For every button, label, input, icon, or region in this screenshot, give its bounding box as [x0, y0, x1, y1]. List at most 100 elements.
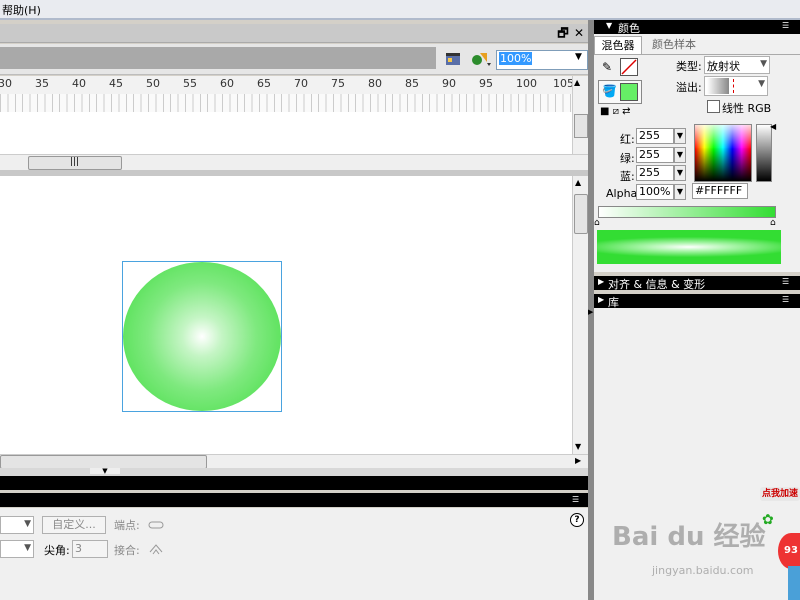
- chevron-down-icon: ▼: [575, 52, 582, 62]
- brightness-marker-icon[interactable]: ◀: [770, 122, 776, 131]
- overflow-marker: [733, 79, 735, 93]
- red-label: 红:: [620, 133, 635, 146]
- help-icon[interactable]: ?: [570, 513, 584, 527]
- scroll-up-icon[interactable]: ▲: [575, 178, 581, 187]
- panel-splitter[interactable]: [0, 468, 590, 476]
- expand-arrow-icon: ▼: [606, 21, 613, 30]
- cap-label: 端点:: [114, 519, 140, 532]
- panel-menu-icon[interactable]: ☰: [782, 295, 789, 304]
- fill-color-swatch[interactable]: [620, 83, 638, 101]
- timeline-frames[interactable]: [0, 112, 572, 154]
- panel-menu-icon[interactable]: ☰: [782, 277, 789, 286]
- gradient-pointer-left[interactable]: ⌂: [594, 218, 600, 228]
- scroll-right-icon[interactable]: ▶: [575, 456, 581, 465]
- alpha-input[interactable]: 100%: [636, 184, 674, 200]
- join-style-icon[interactable]: [148, 542, 168, 556]
- linear-rgb-checkbox[interactable]: [707, 100, 720, 113]
- stroke-color-swatch[interactable]: [620, 58, 638, 76]
- restore-window-button[interactable]: 🗗: [556, 26, 570, 40]
- edit-symbol-icon[interactable]: [470, 50, 492, 68]
- spectrum-highlight: [695, 125, 751, 149]
- panel-menu-icon[interactable]: ☰: [572, 495, 579, 504]
- scroll-down-icon[interactable]: ▼: [575, 442, 581, 451]
- close-window-button[interactable]: ✕: [572, 26, 586, 40]
- collapse-arrow-icon[interactable]: ▼: [90, 468, 120, 475]
- ruler-number: 40: [72, 77, 86, 90]
- ruler-number: 75: [331, 77, 345, 90]
- ruler-number: 65: [257, 77, 271, 90]
- red-input[interactable]: 255: [636, 128, 674, 144]
- ruler-number: 35: [35, 77, 49, 90]
- custom-stroke-button[interactable]: 自定义...: [42, 516, 106, 534]
- properties-header-bar: [0, 493, 590, 507]
- baidu-mascot-icon: ✿: [762, 512, 774, 528]
- baidu-score-ball[interactable]: 93: [778, 533, 800, 569]
- overflow-label: 溢出:: [676, 81, 702, 94]
- tab-color-mixer[interactable]: 混色器: [594, 36, 642, 55]
- zoom-combo[interactable]: 100% ▼: [496, 50, 588, 70]
- timeline-vertical-thumb[interactable]: [574, 114, 588, 138]
- stroke-style-combo[interactable]: ▼: [0, 516, 34, 534]
- linear-rgb-label: 线性 RGB: [722, 102, 772, 115]
- stage-canvas[interactable]: [0, 176, 572, 454]
- tab-color-swatches[interactable]: 颜色样本: [644, 36, 704, 54]
- edit-scene-icon[interactable]: [444, 50, 462, 68]
- scroll-up-icon[interactable]: ▲: [574, 78, 580, 87]
- green-dropdown[interactable]: ▼: [674, 147, 686, 163]
- right-panel-empty-area: [594, 308, 800, 600]
- chevron-down-icon: ▼: [760, 59, 767, 69]
- align-panel-title: 对齐 & 信息 & 变形: [608, 278, 706, 291]
- green-input[interactable]: 255: [636, 147, 674, 163]
- brightness-slider[interactable]: [756, 124, 772, 182]
- cap-style-icon[interactable]: [148, 518, 168, 532]
- ruler-number: 105: [553, 77, 574, 90]
- stage-vertical-thumb[interactable]: [574, 194, 588, 234]
- pencil-icon: ✎: [602, 60, 613, 74]
- menu-help[interactable]: 帮助(H): [2, 2, 41, 18]
- library-panel-header[interactable]: ▶ 库 ☰: [594, 294, 800, 309]
- blue-dropdown[interactable]: ▼: [674, 165, 686, 181]
- overflow-preview: [707, 78, 729, 94]
- ruler-number: 100: [516, 77, 537, 90]
- blue-label: 蓝:: [620, 170, 635, 183]
- align-panel-header[interactable]: ▶ 对齐 & 信息 & 变形 ☰: [594, 276, 800, 291]
- chevron-down-icon: ▼: [24, 519, 31, 529]
- gradient-definition-bar[interactable]: [598, 206, 776, 218]
- chevron-down-icon: ▼: [24, 543, 31, 553]
- ruler-number: 60: [220, 77, 234, 90]
- ruler-number: 90: [442, 77, 456, 90]
- type-label: 类型:: [676, 60, 702, 73]
- scale-combo[interactable]: ▼: [0, 540, 34, 558]
- selection-bounding-box: [122, 261, 282, 412]
- color-panel-header[interactable]: ▼ 颜色 ☰: [594, 20, 800, 35]
- red-dropdown[interactable]: ▼: [674, 128, 686, 144]
- alpha-dropdown[interactable]: ▼: [674, 184, 686, 200]
- panel-header-bar: [0, 476, 590, 490]
- document-path-bar: [0, 47, 436, 69]
- ruler-number: 55: [183, 77, 197, 90]
- timeline-ticks: [0, 94, 572, 113]
- grip-icon: |||: [70, 157, 80, 167]
- expand-arrow-icon: ▶: [598, 277, 605, 286]
- miter-label: 尖角:: [44, 544, 70, 557]
- expand-arrow-icon: ▶: [598, 295, 605, 304]
- baidu-watermark-url: jingyan.baidu.com: [652, 564, 754, 577]
- gradient-pointer-right[interactable]: ⌂: [770, 218, 776, 228]
- paint-bucket-icon: 🪣: [602, 84, 617, 98]
- chevron-down-icon: ▼: [758, 79, 765, 89]
- ruler-number: 45: [109, 77, 123, 90]
- gradient-type-combo[interactable]: 放射状 ▼: [704, 56, 770, 74]
- miter-input[interactable]: 3: [72, 540, 108, 558]
- overflow-combo[interactable]: ▼: [704, 76, 768, 96]
- panel-menu-icon[interactable]: ☰: [782, 21, 789, 30]
- ruler-number: 50: [146, 77, 160, 90]
- speedup-badge[interactable]: 点我加速: [760, 487, 800, 501]
- swap-colors-icons[interactable]: ■ ⧄ ⇄: [600, 106, 631, 117]
- zoom-value: 100%: [499, 52, 533, 65]
- ruler-number: 80: [368, 77, 382, 90]
- ruler-number: 30: [0, 77, 12, 90]
- blue-input[interactable]: 255: [636, 165, 674, 181]
- document-titlebar: [0, 24, 590, 43]
- hex-color-input[interactable]: #FFFFFF: [692, 183, 748, 199]
- collapse-panel-icon[interactable]: ▶: [588, 308, 593, 316]
